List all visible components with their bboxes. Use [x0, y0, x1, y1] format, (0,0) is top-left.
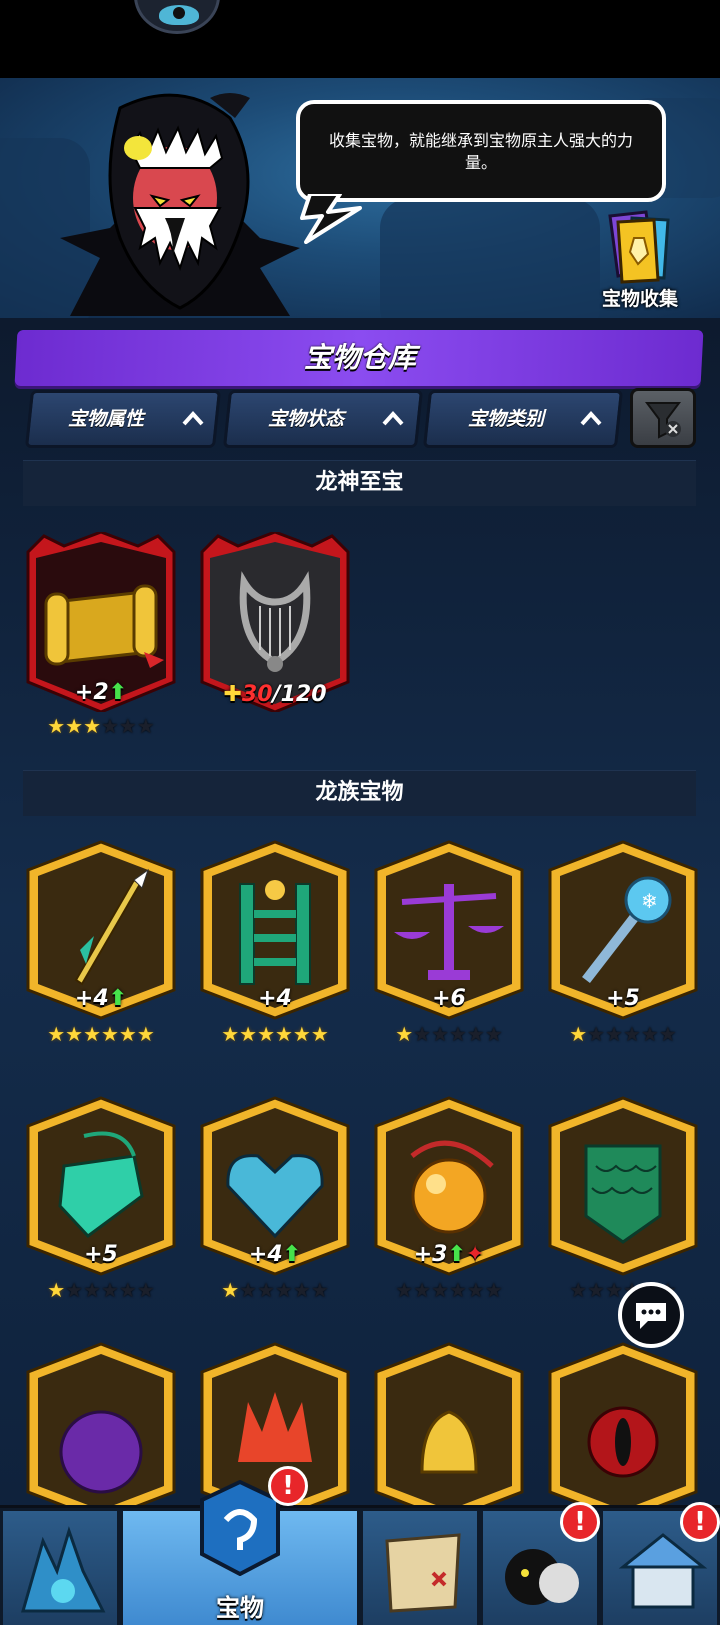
treasure-level: +4⬆: [74, 986, 128, 1011]
bottom-navigation: [0, 1480, 720, 1625]
treasure-card-golden-bell[interactable]: [372, 1342, 526, 1505]
chevron-up-icon: [182, 411, 204, 426]
treasure-level: +3⬆✦: [413, 1242, 485, 1267]
player-avatar[interactable]: [134, 0, 220, 34]
star-rating: ★★★★★★: [47, 1278, 155, 1302]
nav-tab-map[interactable]: [360, 1508, 480, 1625]
treasure-card-emerald-amulet[interactable]: +5 ★★★★★★: [24, 1096, 178, 1302]
dialog-bubble: 收集宝物，就能继承到宝物原主人强大的力量。: [296, 100, 666, 202]
star-rating: ★★★★★★: [395, 1022, 503, 1046]
treasure-card-scroll[interactable]: +2⬆ ★★★★★★: [24, 532, 178, 738]
filter-attribute-label: 宝物属性: [67, 408, 144, 430]
treasure-card-dragon-eye[interactable]: [546, 1342, 700, 1505]
treasure-banner: 收集宝物，就能继承到宝物原主人强大的力量。 宝物收集: [0, 78, 720, 318]
recommend-icon: ✦: [465, 1242, 485, 1267]
puzzle-icon: ✚: [223, 682, 242, 707]
castle-icon: [21, 1526, 106, 1613]
star-rating: ★★★★★★: [47, 1022, 155, 1046]
chevron-up-icon: [382, 411, 404, 426]
star-rating: ★★★★★★: [395, 1278, 503, 1302]
treasure-level: +4⬆: [248, 1242, 302, 1267]
treasure-card-gate[interactable]: +4 ★★★★★★: [198, 840, 352, 1046]
treasure-level: +2⬆: [74, 680, 128, 705]
treasure-collection-label: 宝物收集: [601, 288, 678, 310]
top-bar: [0, 0, 720, 78]
chevron-up-icon: [580, 411, 602, 426]
svg-text:❄: ❄: [641, 889, 658, 913]
filter-category-label: 宝物类别: [467, 408, 544, 430]
chat-bubble-icon: [636, 1303, 666, 1329]
nav-tab-treasure-label: 宝物: [216, 1594, 264, 1622]
section-dragon-clan-title: 龙族宝物: [315, 780, 404, 805]
gold-card-frame: [548, 1096, 698, 1276]
treasure-map-icon: [385, 1533, 461, 1613]
treasure-card-ice-heart[interactable]: +4⬆ ★★★★★★: [198, 1096, 352, 1302]
filter-status-label: 宝物状态: [267, 408, 344, 430]
filter-clear-icon: [645, 402, 681, 439]
treasure-card-dark-rune[interactable]: [24, 1342, 178, 1505]
dialog-bubble-tail: [300, 194, 362, 244]
treasure-collection-button[interactable]: 宝物收集: [588, 210, 692, 310]
chat-button[interactable]: [618, 1282, 684, 1348]
star-rating: ★★★★★★: [221, 1278, 329, 1302]
treasure-level: +4: [258, 986, 292, 1011]
treasure-card-scales[interactable]: +6 ★★★★★★: [372, 840, 526, 1046]
treasure-card-amber-orb[interactable]: +3⬆✦ ★★★★★★: [372, 1096, 526, 1302]
dialog-text: 收集宝物，就能继承到宝物原主人强大的力量。: [328, 131, 633, 172]
treasure-card-ice-scepter[interactable]: ❄ +5 ★★★★★★: [546, 840, 700, 1046]
guild-tab-alert-badge: !: [680, 1502, 720, 1542]
section-dragon-god-title: 龙神至宝: [315, 470, 404, 495]
gold-card-frame: [26, 1342, 176, 1505]
warehouse-title: 宝物仓库: [303, 341, 416, 374]
upgrade-arrow-icon: ⬆: [108, 680, 128, 705]
nav-tab-castle[interactable]: [0, 1508, 120, 1625]
star-rating: ★★★★★★: [47, 714, 155, 738]
upgrade-arrow-icon: ⬆: [282, 1242, 302, 1267]
gold-card-frame: [548, 1342, 698, 1505]
gold-card-frame: [374, 1342, 524, 1505]
treasure-card-dragon-scale-shield[interactable]: ★★★★★★: [546, 1096, 700, 1302]
demon-guide-character: [60, 93, 300, 316]
upgrade-arrow-icon: ⬆: [447, 1242, 466, 1267]
treasure-level: +5: [84, 1242, 118, 1267]
fragment-counter: ✚30/120: [223, 682, 327, 707]
treasure-card-spear[interactable]: +4⬆ ★★★★★★: [24, 840, 178, 1046]
heroes-tab-alert-badge: !: [560, 1502, 600, 1542]
star-rating: ★★★★★★: [221, 1022, 329, 1046]
star-rating: ★★★★★★: [569, 1022, 677, 1046]
treasure-card-lyre[interactable]: ✚30/120: [198, 532, 352, 712]
treasure-level: +6: [432, 986, 466, 1011]
treasure-tab-alert-badge: !: [268, 1466, 308, 1506]
upgrade-arrow-icon: ⬆: [108, 986, 128, 1011]
treasure-collection-icon: [608, 210, 670, 284]
treasure-warehouse-panel[interactable]: 宝物仓库 宝物属性 宝物状态 宝物类别 龙神至宝 +2⬆ ★★★★★★ ✚30/…: [0, 318, 720, 1505]
clear-filter-button[interactable]: [630, 388, 696, 448]
treasure-level: +5: [606, 986, 640, 1011]
